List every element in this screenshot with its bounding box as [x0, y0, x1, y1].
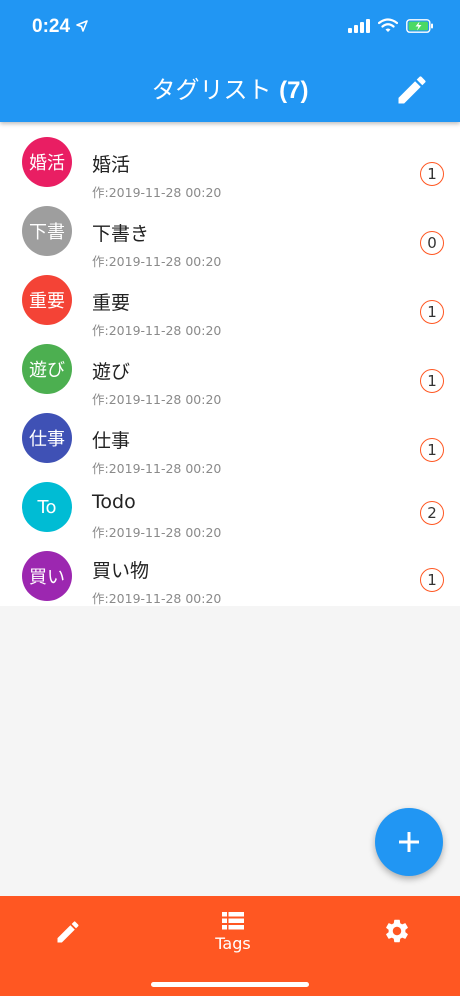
gear-icon — [386, 919, 408, 943]
wifi-icon — [378, 18, 398, 32]
tag-row[interactable]: 下書 下書き 作:2019-11-28 00:20 0 — [0, 197, 460, 269]
tag-row[interactable]: 婚活 婚活 作:2019-11-28 00:20 1 — [0, 128, 460, 200]
tag-name: 遊び — [92, 361, 131, 383]
plus-icon — [399, 832, 419, 852]
tag-date: 作:2019-11-28 00:20 — [92, 591, 222, 606]
tag-count-badge: 2 — [420, 501, 444, 525]
tag-row[interactable]: To Todo 作:2019-11-28 00:20 2 — [0, 473, 460, 542]
tag-count-badge: 1 — [420, 438, 444, 462]
tag-name: 下書き — [92, 223, 150, 245]
tag-avatar: 買い — [22, 551, 72, 601]
home-indicator — [151, 982, 309, 987]
nav-settings-button[interactable] — [383, 917, 411, 945]
location-arrow-icon — [76, 20, 88, 32]
tag-row[interactable]: 仕事 仕事 作:2019-11-28 00:20 1 — [0, 404, 460, 476]
tag-name: Todo — [92, 491, 136, 513]
tag-count: (7) — [279, 77, 309, 104]
app-header: 0:24 タグリスト (7) — [0, 0, 460, 122]
page-title-text: タグリスト — [151, 76, 272, 104]
tag-row[interactable]: 買い 買い物 作:2019-11-28 00:20 1 — [0, 542, 460, 611]
signal-icon — [348, 18, 370, 33]
tag-row[interactable]: 重要 重要 作:2019-11-28 00:20 1 — [0, 266, 460, 338]
tag-avatar: To — [22, 482, 72, 532]
status-indicators — [348, 18, 434, 33]
tag-row[interactable]: 遊び 遊び 作:2019-11-28 00:20 1 — [0, 335, 460, 407]
tag-avatar: 婚活 — [22, 137, 72, 187]
pencil-icon — [398, 76, 426, 104]
tag-count-badge: 1 — [420, 568, 444, 592]
tag-avatar: 仕事 — [22, 413, 72, 463]
page-title: タグリスト (7) — [0, 70, 460, 111]
nav-tags-button[interactable]: Tags — [198, 912, 268, 962]
tag-count-badge: 1 — [420, 369, 444, 393]
tag-count-badge: 0 — [420, 231, 444, 255]
tag-avatar: 重要 — [22, 275, 72, 325]
tag-name: 婚活 — [92, 154, 131, 176]
tag-avatar: 下書 — [22, 206, 72, 256]
tag-count-badge: 1 — [420, 300, 444, 324]
edit-button[interactable] — [394, 72, 430, 108]
tag-name: 仕事 — [92, 430, 131, 452]
status-time: 0:24 — [32, 16, 71, 37]
tag-name: 重要 — [92, 292, 131, 314]
tag-date: 作:2019-11-28 00:20 — [92, 525, 222, 540]
tag-avatar: 遊び — [22, 344, 72, 394]
pencil-icon — [57, 921, 79, 943]
tag-list: 婚活 婚活 作:2019-11-28 00:20 1 下書 下書き 作:2019… — [0, 122, 460, 606]
tag-name: 買い物 — [92, 560, 150, 582]
status-bar: 0:24 — [0, 0, 460, 58]
list-icon — [222, 912, 244, 930]
tag-count-badge: 1 — [420, 162, 444, 186]
battery-charging-icon — [406, 18, 433, 33]
nav-memo-button[interactable] — [54, 918, 82, 946]
nav-tags-label: Tags — [215, 934, 251, 953]
add-tag-button[interactable] — [375, 808, 443, 876]
